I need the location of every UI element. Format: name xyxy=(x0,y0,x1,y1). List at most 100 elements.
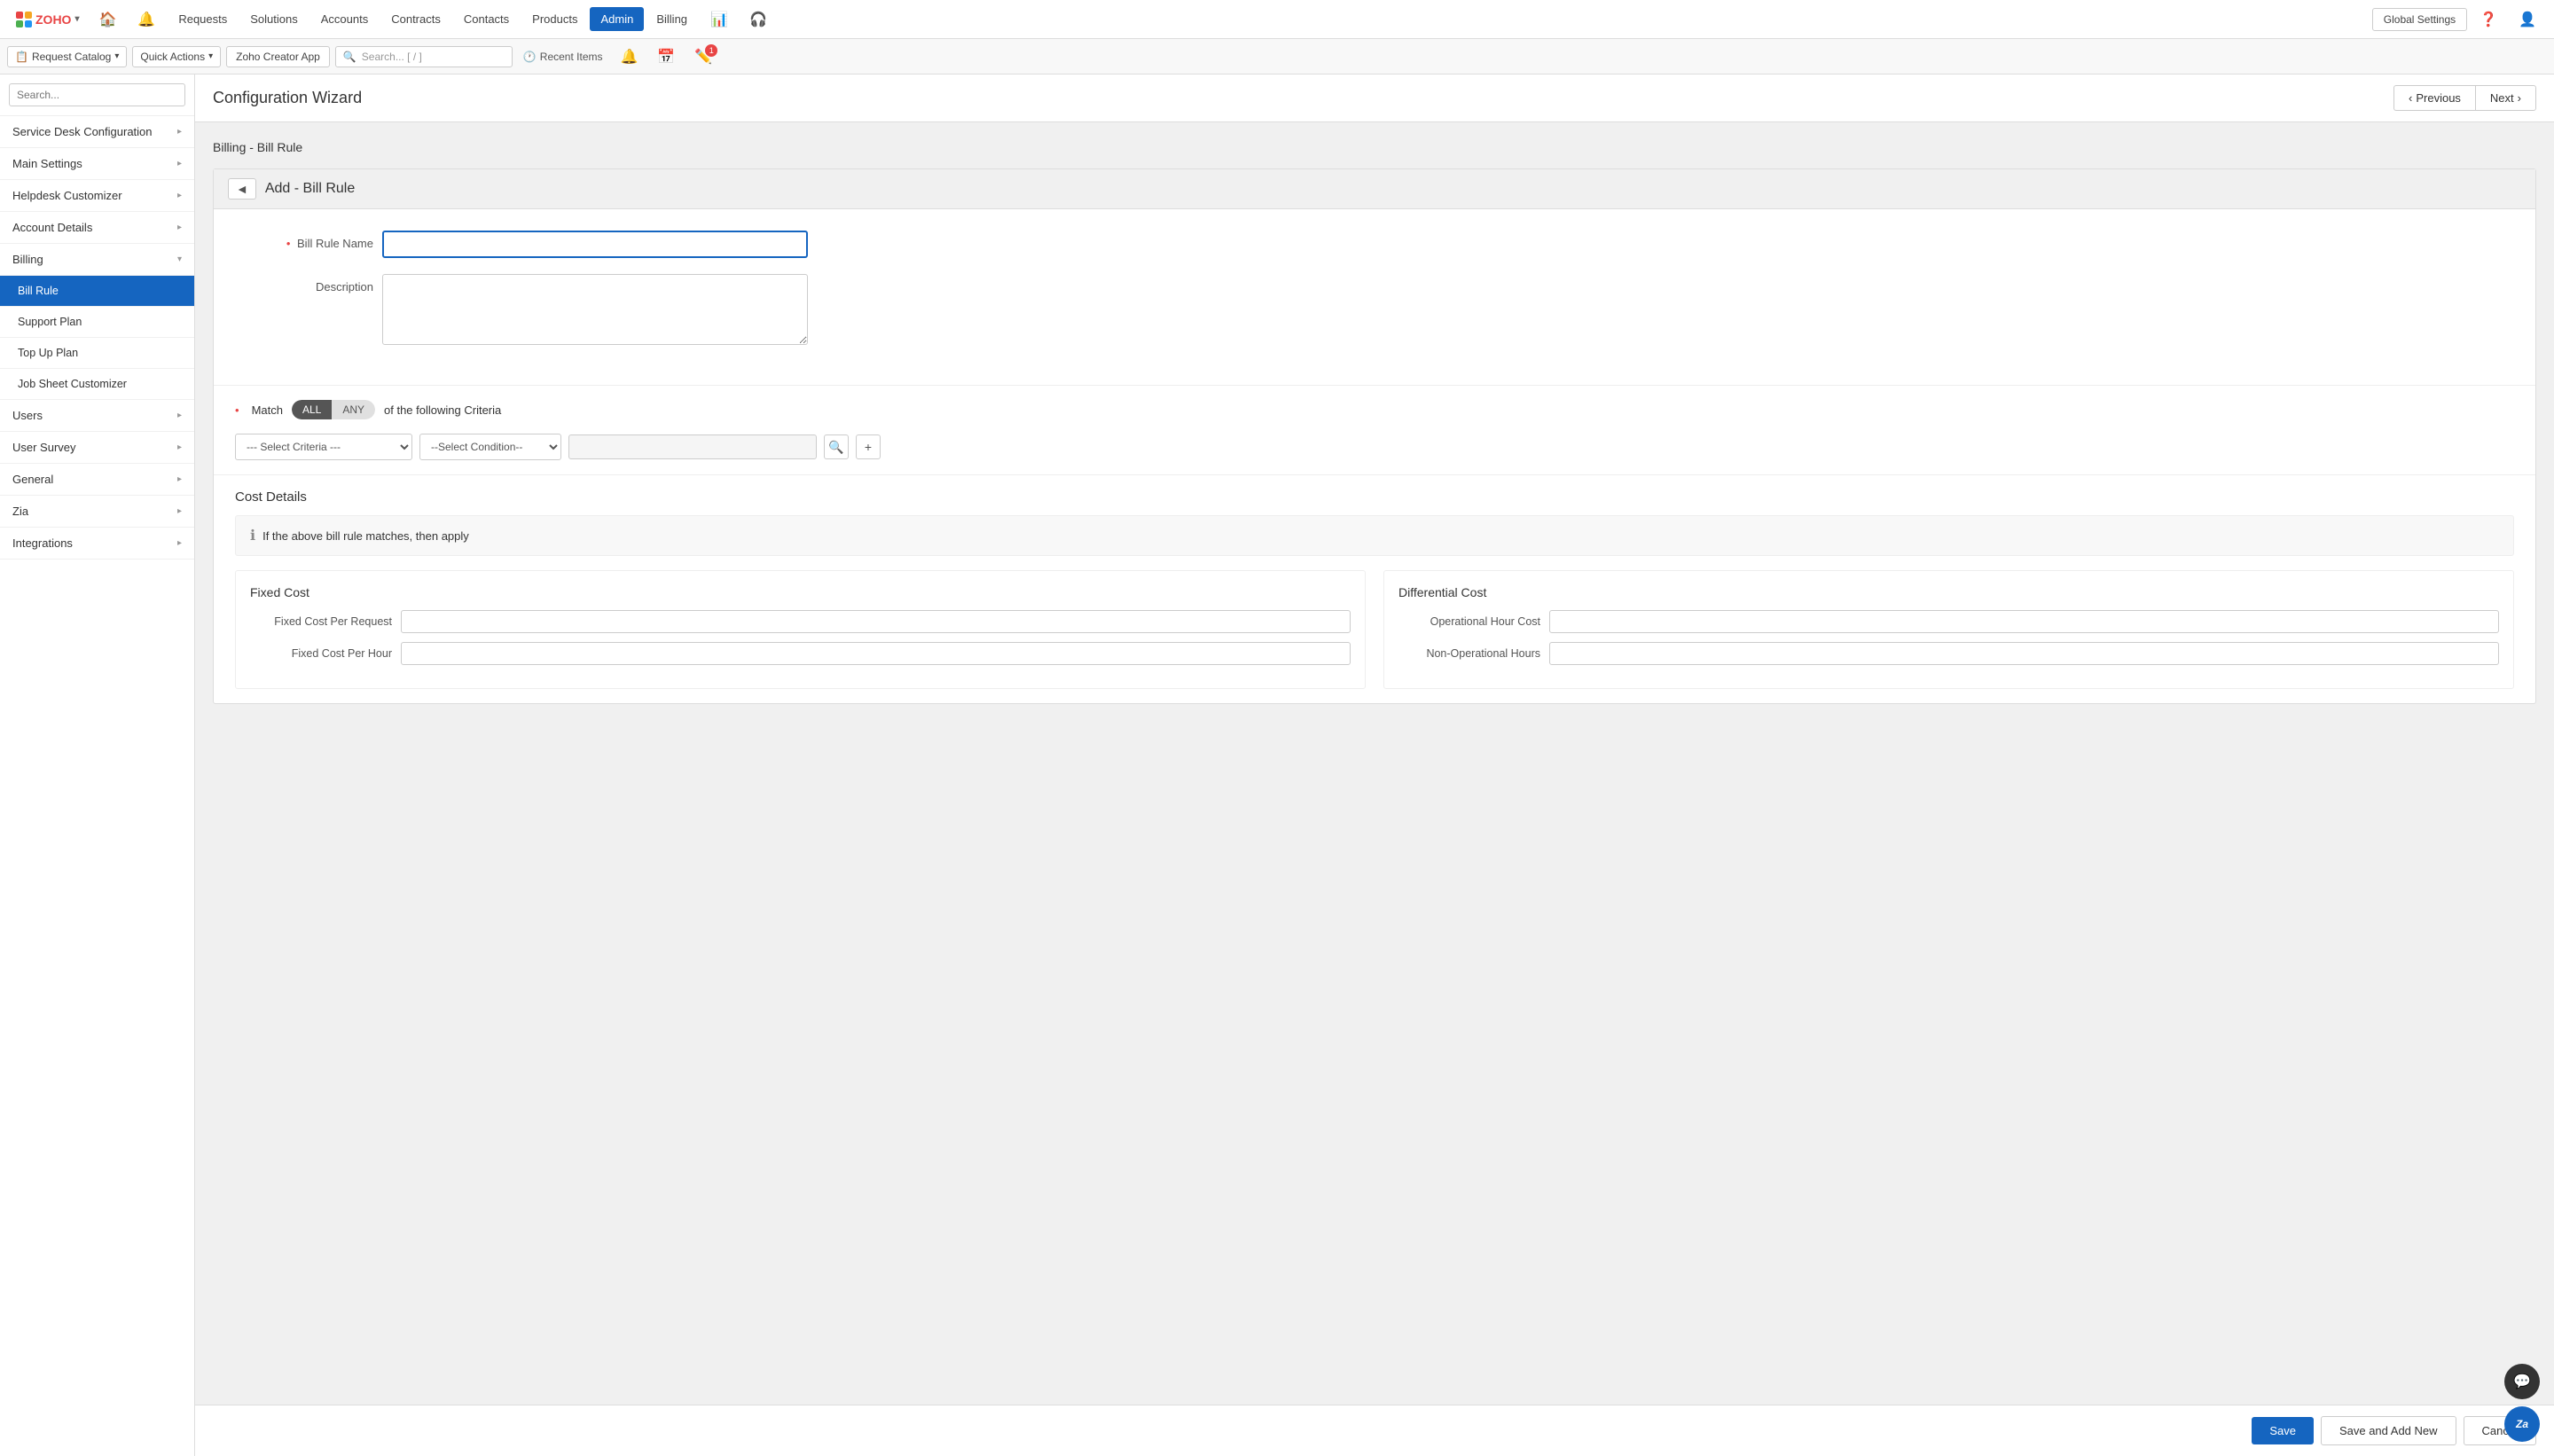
chevron-right-icon: ▸ xyxy=(177,474,182,484)
sidebar-item-zia[interactable]: Zia ▸ xyxy=(0,496,194,528)
next-button[interactable]: Next › xyxy=(2475,85,2536,111)
bottom-action-bar: Save Save and Add New Cancel xyxy=(195,1405,2554,1456)
non-operational-hours-input[interactable] xyxy=(1549,642,2499,665)
bill-rule-name-label: • Bill Rule Name xyxy=(249,231,373,250)
bill-rule-name-field-container xyxy=(382,231,808,258)
profile-icon[interactable]: 👤 xyxy=(2510,5,2545,34)
task-icon[interactable]: 📅 xyxy=(650,44,682,69)
nav-products[interactable]: Products xyxy=(521,7,588,31)
sidebar-item-top-up-plan[interactable]: Top Up Plan xyxy=(0,338,194,369)
sidebar-item-label: Bill Rule xyxy=(18,285,59,297)
request-catalog-button[interactable]: 📋 Request Catalog ▾ xyxy=(7,46,127,67)
search-criteria-button[interactable]: 🔍 xyxy=(824,434,849,459)
sidebar-item-helpdesk[interactable]: Helpdesk Customizer ▸ xyxy=(0,180,194,212)
nav-billing[interactable]: Billing xyxy=(646,7,698,31)
add-criteria-button[interactable]: + xyxy=(856,434,881,459)
chevron-right-icon: ▸ xyxy=(177,223,182,232)
sidebar-item-billing[interactable]: Billing ▾ xyxy=(0,244,194,276)
next-label: Next xyxy=(2490,91,2514,105)
back-button[interactable]: ◄ xyxy=(228,178,256,200)
criteria-value-input[interactable] xyxy=(568,434,817,459)
wizard-nav-buttons: ‹ Previous Next › xyxy=(2393,85,2536,111)
chevron-right-icon: ▸ xyxy=(177,442,182,452)
edit-icon[interactable]: ✏️ 1 xyxy=(687,44,719,69)
fixed-cost-per-hour-label: Fixed Cost Per Hour xyxy=(250,647,392,660)
global-settings-button[interactable]: Global Settings xyxy=(2372,8,2467,31)
chevron-right-icon: ▸ xyxy=(177,538,182,548)
search-bar[interactable]: 🔍 Search... [ / ] xyxy=(335,46,513,67)
sidebar-item-label: Helpdesk Customizer xyxy=(12,189,122,202)
sidebar-item-account-details[interactable]: Account Details ▸ xyxy=(0,212,194,244)
wizard-title: Configuration Wizard xyxy=(213,89,362,107)
floating-buttons: 💬 Za xyxy=(2504,1364,2540,1442)
previous-button[interactable]: ‹ Previous xyxy=(2393,85,2475,111)
sidebar-search-input[interactable] xyxy=(9,83,185,106)
chart-icon[interactable]: 📊 xyxy=(701,5,737,34)
sidebar-item-bill-rule[interactable]: Bill Rule xyxy=(0,276,194,307)
fixed-cost-per-request-label: Fixed Cost Per Request xyxy=(250,615,392,628)
bell-icon[interactable]: 🔔 xyxy=(614,44,646,69)
sidebar-item-integrations[interactable]: Integrations ▸ xyxy=(0,528,194,560)
operational-hour-cost-input[interactable] xyxy=(1549,610,2499,633)
nav-accounts[interactable]: Accounts xyxy=(310,7,379,31)
match-required-dot: • xyxy=(235,403,239,417)
top-navigation: ZOHO ▾ 🏠 🔔 Requests Solutions Accounts C… xyxy=(0,0,2554,39)
quick-actions-button[interactable]: Quick Actions ▾ xyxy=(132,46,221,67)
zoho-creator-button[interactable]: Zoho Creator App xyxy=(226,46,330,67)
breadcrumb: Billing - Bill Rule xyxy=(213,140,2536,154)
fixed-cost-group: Fixed Cost Fixed Cost Per Request Fixed … xyxy=(235,570,1366,689)
match-toggle: ALL ANY xyxy=(292,400,375,419)
zoho-logo-text: ZOHO xyxy=(35,12,71,27)
sidebar-item-general[interactable]: General ▸ xyxy=(0,464,194,496)
nav-contacts[interactable]: Contacts xyxy=(453,7,520,31)
operational-hour-cost-label: Operational Hour Cost xyxy=(1398,615,1540,628)
recent-items-button[interactable]: 🕐 Recent Items xyxy=(518,47,608,67)
match-all-button[interactable]: ALL xyxy=(292,400,332,419)
fixed-cost-title: Fixed Cost xyxy=(250,585,1351,599)
sidebar-item-service-desk[interactable]: Service Desk Configuration ▸ xyxy=(0,116,194,148)
criteria-select[interactable]: --- Select Criteria --- xyxy=(235,434,412,460)
zoho-logo[interactable]: ZOHO ▾ xyxy=(9,12,86,27)
sidebar-search-container xyxy=(0,74,194,116)
home-icon[interactable]: 🏠 xyxy=(90,5,125,34)
fixed-cost-per-hour-input[interactable] xyxy=(401,642,1351,665)
sidebar-item-label: Billing xyxy=(12,253,43,266)
sidebar-item-label: General xyxy=(12,473,53,486)
chevron-right-icon: ▸ xyxy=(177,159,182,168)
notifications-icon[interactable]: 🔔 xyxy=(129,5,164,34)
search-icon: 🔍 xyxy=(343,51,356,63)
chat-button[interactable]: 💬 xyxy=(2504,1364,2540,1399)
differential-cost-group: Differential Cost Operational Hour Cost … xyxy=(1383,570,2514,689)
main-content: Configuration Wizard ‹ Previous Next › B… xyxy=(195,74,2554,1456)
sidebar-item-support-plan[interactable]: Support Plan xyxy=(0,307,194,338)
nav-contracts[interactable]: Contracts xyxy=(380,7,451,31)
chevron-down-icon: ▾ xyxy=(177,254,182,264)
save-button[interactable]: Save xyxy=(2252,1417,2314,1444)
sidebar-item-label: Account Details xyxy=(12,221,92,234)
sidebar-item-user-survey[interactable]: User Survey ▸ xyxy=(0,432,194,464)
nav-admin[interactable]: Admin xyxy=(590,7,644,31)
headset-icon[interactable]: 🎧 xyxy=(740,5,776,34)
sidebar-item-job-sheet[interactable]: Job Sheet Customizer xyxy=(0,369,194,400)
criteria-row: --- Select Criteria --- --Select Conditi… xyxy=(235,434,2514,460)
of-following-label: of the following Criteria xyxy=(384,403,501,417)
condition-select[interactable]: --Select Condition-- xyxy=(419,434,561,460)
nav-requests[interactable]: Requests xyxy=(168,7,238,31)
cost-info-text: If the above bill rule matches, then app… xyxy=(262,529,469,543)
zia-button[interactable]: Za xyxy=(2504,1406,2540,1442)
save-add-new-button[interactable]: Save and Add New xyxy=(2321,1416,2456,1445)
chevron-right-icon: › xyxy=(2518,91,2521,105)
sidebar-item-users[interactable]: Users ▸ xyxy=(0,400,194,432)
nav-solutions[interactable]: Solutions xyxy=(239,7,308,31)
help-icon[interactable]: ❓ xyxy=(2471,5,2506,34)
description-row: Description xyxy=(249,274,2500,348)
sidebar-item-main-settings[interactable]: Main Settings ▸ xyxy=(0,148,194,180)
chevron-right-icon: ▸ xyxy=(177,191,182,200)
bill-rule-name-input[interactable] xyxy=(382,231,808,258)
match-any-button[interactable]: ANY xyxy=(332,400,375,419)
sidebar-item-label: Users xyxy=(12,409,43,422)
sidebar-item-label: Main Settings xyxy=(12,157,82,170)
description-textarea[interactable] xyxy=(382,274,808,345)
previous-label: Previous xyxy=(2416,91,2461,105)
fixed-cost-per-request-input[interactable] xyxy=(401,610,1351,633)
